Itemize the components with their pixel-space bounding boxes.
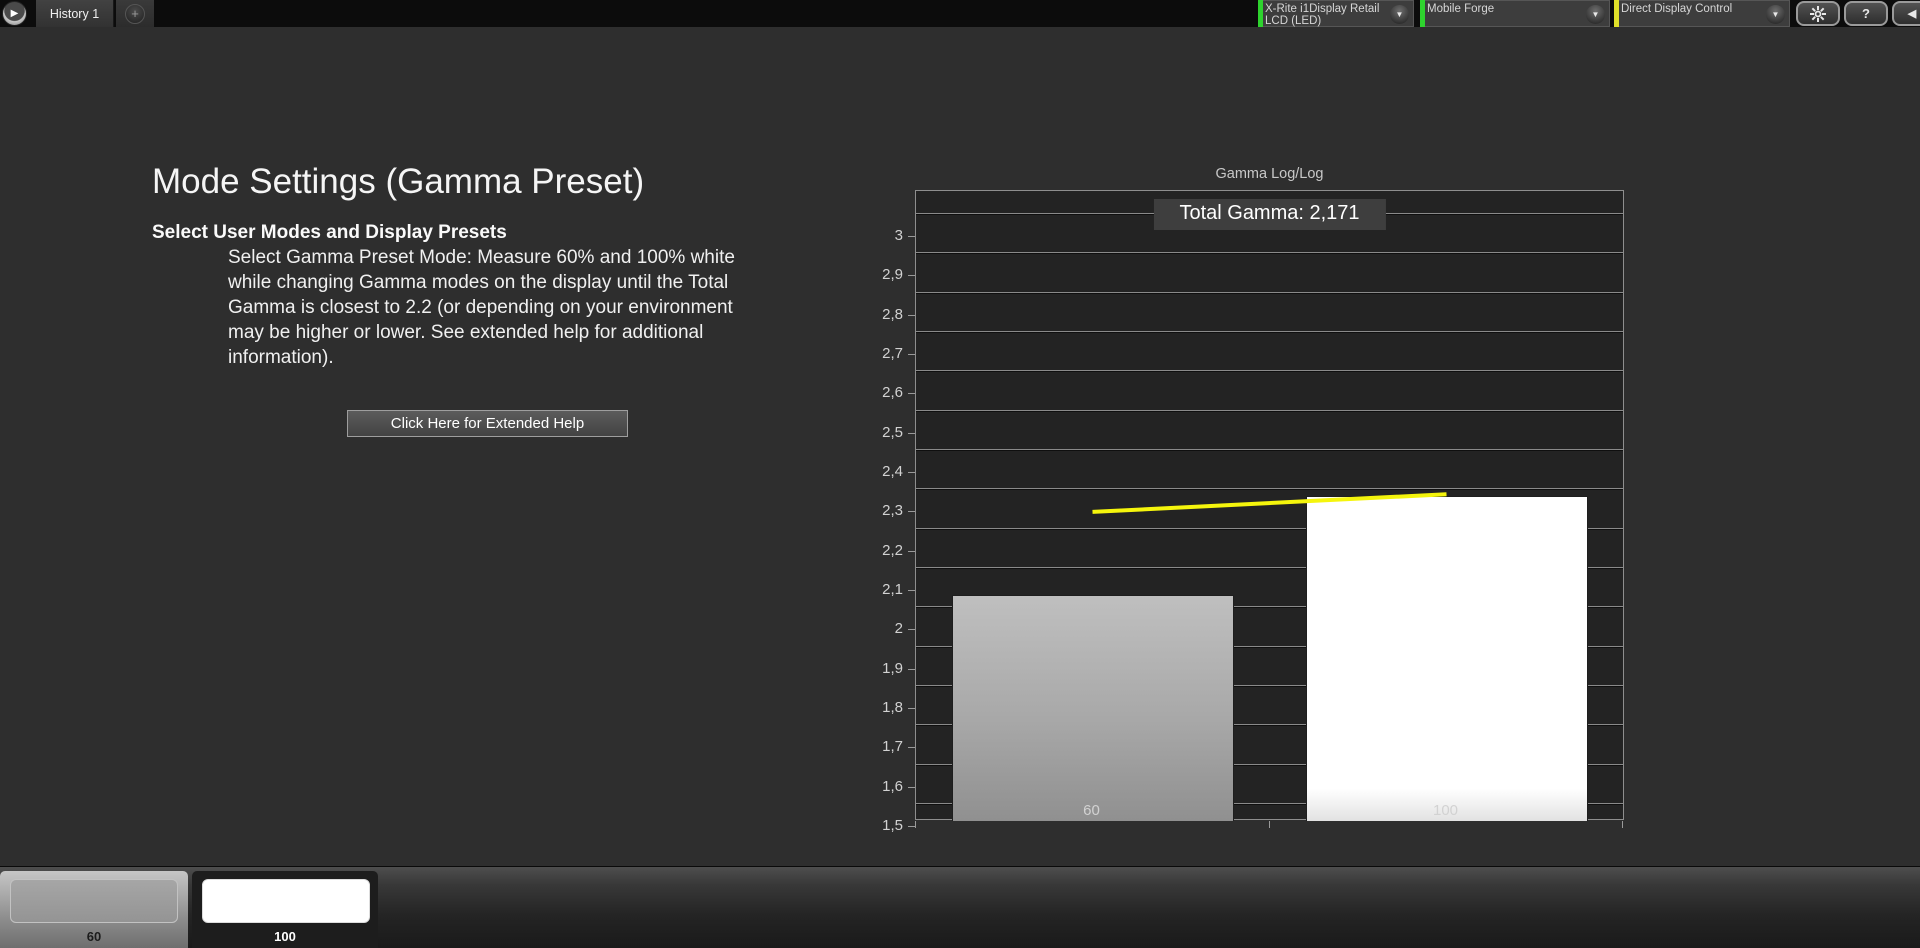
white-swatch: [202, 879, 370, 923]
y-tick-mark: [908, 551, 915, 552]
gamma-chart: Gamma Log/Log 3 2,9 2,8 2,7 2,6 2,5 2,4 2,3 2,2 2…: [845, 166, 1645, 858]
y-axis-labels: 3 2,9 2,8 2,7 2,6 2,5 2,4 2,3 2,2 2,1 2 1,9 1,8 1,7 1,…: [845, 190, 915, 820]
question-mark-icon: ?: [1862, 6, 1870, 21]
y-tick-mark: [908, 472, 915, 473]
display-selector[interactable]: Direct Display Control ▼: [1614, 0, 1790, 27]
y-tick-label: 1,5: [847, 817, 903, 834]
page-title: Mode Settings (Gamma Preset): [152, 162, 644, 202]
collapse-left-icon: ◀: [1908, 7, 1916, 20]
bottom-bar: 60 100 ▲ ■ ▶ [-] ∞ ↻ « Bac: [0, 866, 1920, 948]
y-tick-mark: [908, 511, 915, 512]
display-status-stripe: [1614, 0, 1619, 27]
y-tick-label: 1,7: [847, 738, 903, 755]
x-axis-tick: [1269, 821, 1270, 828]
chevron-down-icon: ▼: [1586, 5, 1605, 24]
y-tick-label: 2,1: [847, 581, 903, 598]
y-tick-label: 1,6: [847, 778, 903, 795]
swatch-label: 100: [192, 929, 378, 944]
y-tick-mark: [908, 669, 915, 670]
y-tick-mark: [908, 236, 915, 237]
y-tick-mark: [908, 315, 915, 316]
extended-help-button[interactable]: Click Here for Extended Help: [347, 410, 628, 437]
y-tick-label: 2,6: [847, 384, 903, 401]
y-tick-label: 1,8: [847, 699, 903, 716]
meter-selector-line2: LCD (LED): [1265, 15, 1387, 27]
y-tick-label: 2,5: [847, 424, 903, 441]
chart-title: Gamma Log/Log: [915, 166, 1624, 182]
meter-status-stripe: [1258, 0, 1263, 27]
patch-thumbnail-100[interactable]: 100: [192, 871, 378, 948]
meter-selector-line1: X-Rite i1Display Retail: [1265, 3, 1387, 15]
x-axis-tick: [1622, 821, 1623, 828]
y-tick-mark: [908, 708, 915, 709]
y-tick-label: 2,3: [847, 502, 903, 519]
y-tick-mark: [908, 393, 915, 394]
gamma-trend-line: [916, 191, 1625, 821]
chevron-down-icon: ▼: [1766, 5, 1785, 24]
y-tick-label: 2,8: [847, 306, 903, 323]
y-tick-mark: [908, 747, 915, 748]
y-tick-label: 2,7: [847, 345, 903, 362]
tab-history-1[interactable]: History 1: [36, 0, 114, 27]
meter-selector[interactable]: X-Rite i1Display Retail LCD (LED) ▼: [1258, 0, 1414, 27]
source-selector[interactable]: Mobile Forge ▼: [1420, 0, 1610, 27]
gear-icon: [1810, 6, 1826, 22]
y-tick-label: 2,9: [847, 266, 903, 283]
help-button[interactable]: ?: [1844, 1, 1888, 26]
plus-icon: +: [125, 4, 145, 24]
chevron-down-icon: ▼: [1390, 5, 1409, 24]
tab-label: History 1: [50, 7, 99, 21]
swatch-label: 60: [0, 929, 188, 944]
y-tick-mark: [908, 433, 915, 434]
patch-thumbnail-60[interactable]: 60: [0, 871, 188, 948]
collapse-panel-button[interactable]: ◀: [1892, 1, 1920, 26]
y-tick-mark: [908, 826, 915, 827]
y-tick-label: 2: [847, 620, 903, 637]
settings-button[interactable]: [1796, 1, 1840, 26]
total-gamma-badge: Total Gamma: 2,171: [1153, 199, 1385, 230]
y-tick-label: 1,9: [847, 660, 903, 677]
y-tick-mark: [908, 275, 915, 276]
display-selector-label: Direct Display Control: [1621, 3, 1763, 15]
expand-right-icon: ▶: [11, 8, 19, 19]
history-expander-button[interactable]: ▶: [2, 1, 27, 26]
y-tick-mark: [908, 629, 915, 630]
x-axis-tick: [915, 821, 916, 828]
y-tick-label: 3: [847, 227, 903, 244]
source-status-stripe: [1420, 0, 1425, 27]
y-tick-mark: [908, 354, 915, 355]
y-tick-mark: [908, 787, 915, 788]
gamma-plot: Total Gamma: 2,171: [915, 190, 1624, 820]
top-bar: ▶ History 1 + X-Rite i1Display Retail LC…: [0, 0, 1920, 27]
y-tick-label: 2,2: [847, 542, 903, 559]
y-tick-mark: [908, 590, 915, 591]
source-selector-label: Mobile Forge: [1427, 3, 1583, 15]
gray-swatch: [10, 879, 178, 923]
instructions-text: Select Gamma Preset Mode: Measure 60% an…: [228, 245, 760, 370]
y-tick-label: 2,4: [847, 463, 903, 480]
add-tab-button[interactable]: +: [116, 0, 154, 27]
page-subtitle: Select User Modes and Display Presets: [152, 222, 507, 244]
